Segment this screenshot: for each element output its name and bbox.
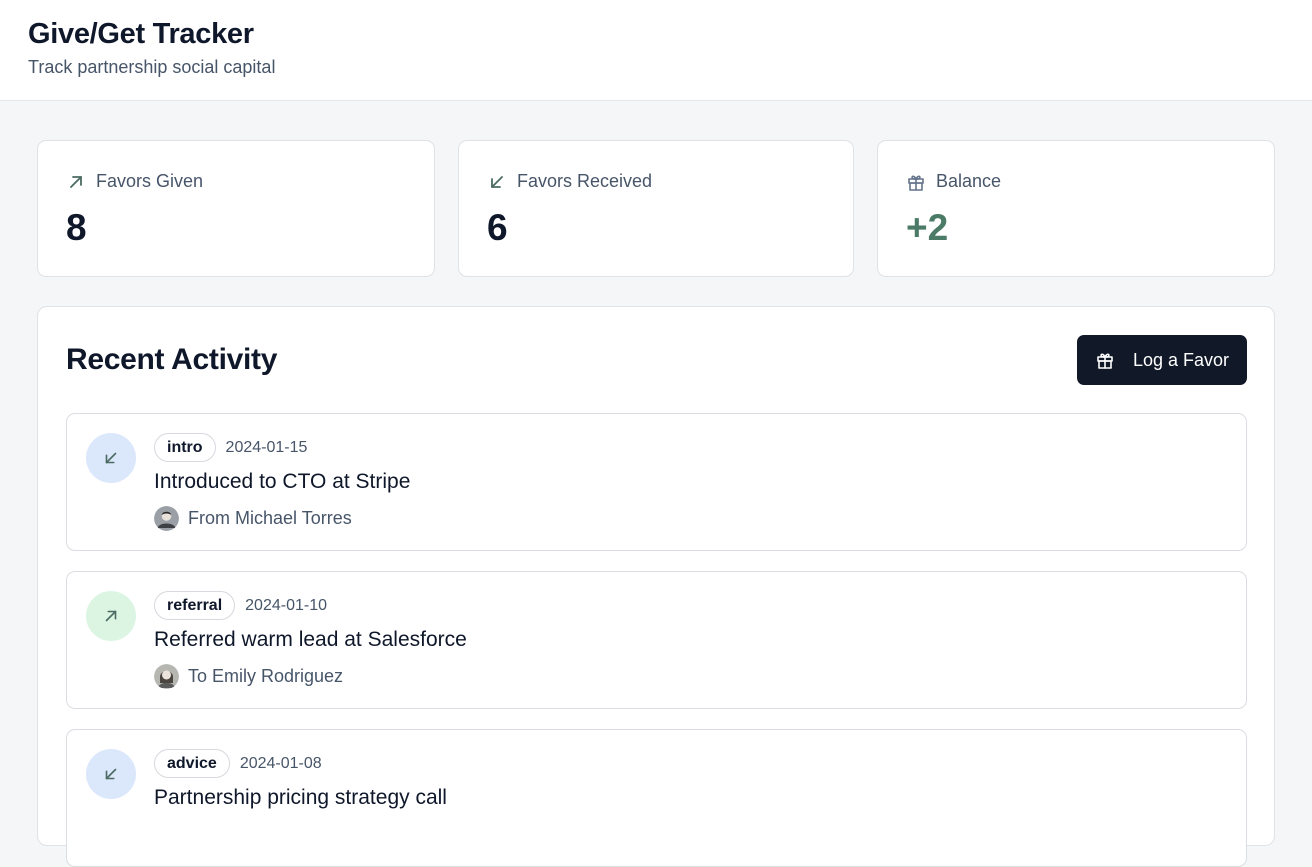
category-tag: referral xyxy=(154,591,236,620)
activity-date: 2024-01-15 xyxy=(225,438,308,456)
activity-title: Introduced to CTO at Stripe xyxy=(154,470,411,493)
activity-item[interactable]: intro 2024-01-15 Introduced to CTO at St… xyxy=(66,413,1247,551)
activity-date: 2024-01-10 xyxy=(245,596,327,614)
received-indicator xyxy=(86,433,136,483)
activity-item[interactable]: referral 2024-01-10 Referred warm lead a… xyxy=(66,571,1247,709)
arrow-down-left-icon xyxy=(105,452,117,464)
activity-date: 2024-01-08 xyxy=(239,754,322,772)
stat-card-balance: Balance +2 xyxy=(877,140,1275,277)
page-title: Give/Get Tracker xyxy=(28,18,254,50)
log-favor-button[interactable]: Log a Favor xyxy=(1077,335,1247,385)
page-subtitle: Track partnership social capital xyxy=(28,57,276,77)
stat-value: 8 xyxy=(66,207,87,248)
gift-icon xyxy=(1097,353,1113,369)
avatar xyxy=(154,664,179,689)
activity-item[interactable]: advice 2024-01-08 Partnership pricing st… xyxy=(66,729,1247,867)
stat-card-favors-given: Favors Given 8 xyxy=(37,140,435,277)
avatar xyxy=(154,506,179,531)
recent-activity-panel: Recent Activity Log a Favor intro 2024-0… xyxy=(37,306,1275,867)
app-header: Give/Get Tracker Track partnership socia… xyxy=(0,0,1312,101)
arrow-up-right-icon xyxy=(105,610,117,622)
stat-card-favors-received: Favors Received 6 xyxy=(458,140,854,277)
stat-label: Balance xyxy=(936,171,1002,191)
stat-label: Favors Received xyxy=(517,171,653,191)
received-indicator xyxy=(86,749,136,799)
arrow-up-right-icon xyxy=(70,175,82,188)
arrow-down-left-icon xyxy=(105,768,117,780)
arrow-down-left-icon xyxy=(491,175,503,188)
category-tag: intro xyxy=(154,433,216,462)
stat-label: Favors Given xyxy=(96,171,204,191)
section-title: Recent Activity xyxy=(66,343,278,376)
stat-value: 6 xyxy=(487,207,508,248)
log-favor-label: Log a Favor xyxy=(1132,349,1230,370)
given-indicator xyxy=(86,591,136,641)
activity-title: Partnership pricing strategy call xyxy=(154,786,447,809)
person-name: To Emily Rodriguez xyxy=(188,666,344,686)
stat-value-balance: +2 xyxy=(906,207,949,248)
gift-icon xyxy=(908,175,924,191)
category-tag: advice xyxy=(154,749,230,778)
person-name: From Michael Torres xyxy=(188,508,352,528)
activity-title: Referred warm lead at Salesforce xyxy=(154,628,467,651)
